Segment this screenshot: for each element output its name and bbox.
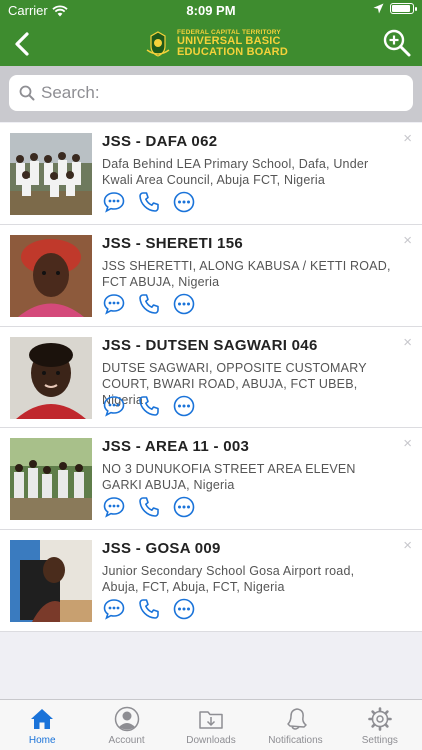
list-item[interactable]: JSS - GOSA 009 Junior Secondary School G…	[0, 530, 422, 632]
school-name: JSS - SHERETI 156	[102, 234, 243, 252]
item-actions	[103, 598, 195, 620]
school-name: JSS - GOSA 009	[102, 540, 221, 558]
status-bar: Carrier 8:09 PM	[0, 0, 422, 22]
more-options-icon[interactable]	[173, 598, 195, 620]
school-photo	[10, 336, 92, 419]
message-icon[interactable]	[103, 395, 125, 417]
item-actions	[103, 293, 195, 315]
school-photo	[10, 540, 92, 623]
more-options-icon[interactable]	[173, 395, 195, 417]
school-list: JSS - DAFA 062 Dafa Behind LEA Primary S…	[0, 123, 422, 632]
notifications-icon	[287, 708, 308, 730]
tab-label: Home	[28, 735, 56, 746]
phone-icon[interactable]	[138, 395, 160, 417]
school-address: NO 3 DUNUKOFIA STREET AREA ELEVEN GARKI …	[102, 462, 356, 493]
close-icon[interactable]: ×	[403, 233, 412, 248]
status-time: 8:09 PM	[186, 3, 236, 18]
school-photo	[10, 438, 92, 521]
school-photo	[10, 234, 92, 317]
list-item[interactable]: JSS - DUTSEN SAGWARI 046 DUTSE SAGWARI, …	[0, 327, 422, 429]
zoom-in-icon[interactable]	[382, 27, 412, 59]
ubeb-logo: FEDERAL CAPITAL TERRITORY UNIVERSAL BASI…	[145, 27, 288, 61]
tab-downloads[interactable]: Downloads	[169, 700, 253, 750]
close-icon[interactable]: ×	[403, 131, 412, 146]
phone-icon[interactable]	[138, 598, 160, 620]
back-chevron-icon[interactable]	[8, 28, 36, 60]
tab-settings[interactable]: Settings	[338, 700, 422, 750]
list-item[interactable]: JSS - AREA 11 - 003 NO 3 DUNUKOFIA STREE…	[0, 428, 422, 531]
coat-of-arms-icon	[146, 31, 170, 57]
settings-icon	[368, 707, 392, 731]
app-header: Carrier 8:09 PM FEDERAL CAPITAL TERRITOR…	[0, 0, 422, 66]
tab-bar: Home Account Downloads Notifications Set…	[0, 699, 422, 750]
close-icon[interactable]: ×	[403, 335, 412, 350]
more-options-icon[interactable]	[173, 293, 195, 315]
search-field[interactable]	[9, 75, 413, 111]
message-icon[interactable]	[103, 496, 125, 519]
home-icon	[31, 709, 54, 729]
list-item[interactable]: JSS - DAFA 062 Dafa Behind LEA Primary S…	[0, 123, 422, 225]
item-actions	[103, 395, 195, 417]
search-bar-container	[0, 66, 422, 122]
message-icon[interactable]	[103, 191, 125, 213]
tab-label: Settings	[361, 735, 398, 746]
phone-icon[interactable]	[138, 293, 160, 315]
school-photo	[10, 133, 92, 215]
battery-icon	[390, 3, 417, 14]
phone-icon[interactable]	[138, 496, 160, 518]
tab-label: Account	[108, 735, 145, 746]
tab-home[interactable]: Home	[0, 700, 84, 750]
list-item[interactable]: JSS - SHERETI 156 JSS SHERETTI, ALONG KA…	[0, 225, 422, 327]
school-address: Dafa Behind LEA Primary School, Dafa, Un…	[102, 157, 369, 187]
tab-label: Downloads	[186, 735, 236, 746]
item-actions	[103, 191, 195, 213]
message-icon[interactable]	[103, 598, 125, 620]
downloads-icon	[199, 711, 223, 729]
tab-notifications[interactable]: Notifications	[253, 700, 337, 750]
phone-icon[interactable]	[138, 191, 160, 213]
more-options-icon[interactable]	[173, 191, 195, 213]
school-name: JSS - AREA 11 - 003	[102, 438, 250, 456]
search-input[interactable]	[41, 83, 401, 103]
school-address: JSS SHERETTI, ALONG KABUSA / KETTI ROAD,…	[102, 258, 391, 289]
search-icon	[19, 85, 35, 101]
more-options-icon[interactable]	[173, 496, 195, 518]
close-icon[interactable]: ×	[403, 436, 412, 451]
item-actions	[103, 496, 195, 519]
school-name: JSS - DUTSEN SAGWARI 046	[102, 336, 318, 354]
message-icon[interactable]	[103, 293, 125, 315]
tab-label: Notifications	[268, 735, 323, 746]
school-address: Junior Secondary School Gosa Airport roa…	[102, 564, 355, 595]
account-icon	[114, 706, 139, 732]
school-name: JSS - DAFA 062	[102, 133, 218, 150]
tab-account[interactable]: Account	[84, 700, 168, 750]
location-arrow-icon	[373, 3, 384, 14]
navigation-bar: FEDERAL CAPITAL TERRITORY UNIVERSAL BASI…	[0, 22, 422, 66]
close-icon[interactable]: ×	[403, 538, 412, 553]
org-line-3: EDUCATION BOARD	[177, 46, 288, 59]
